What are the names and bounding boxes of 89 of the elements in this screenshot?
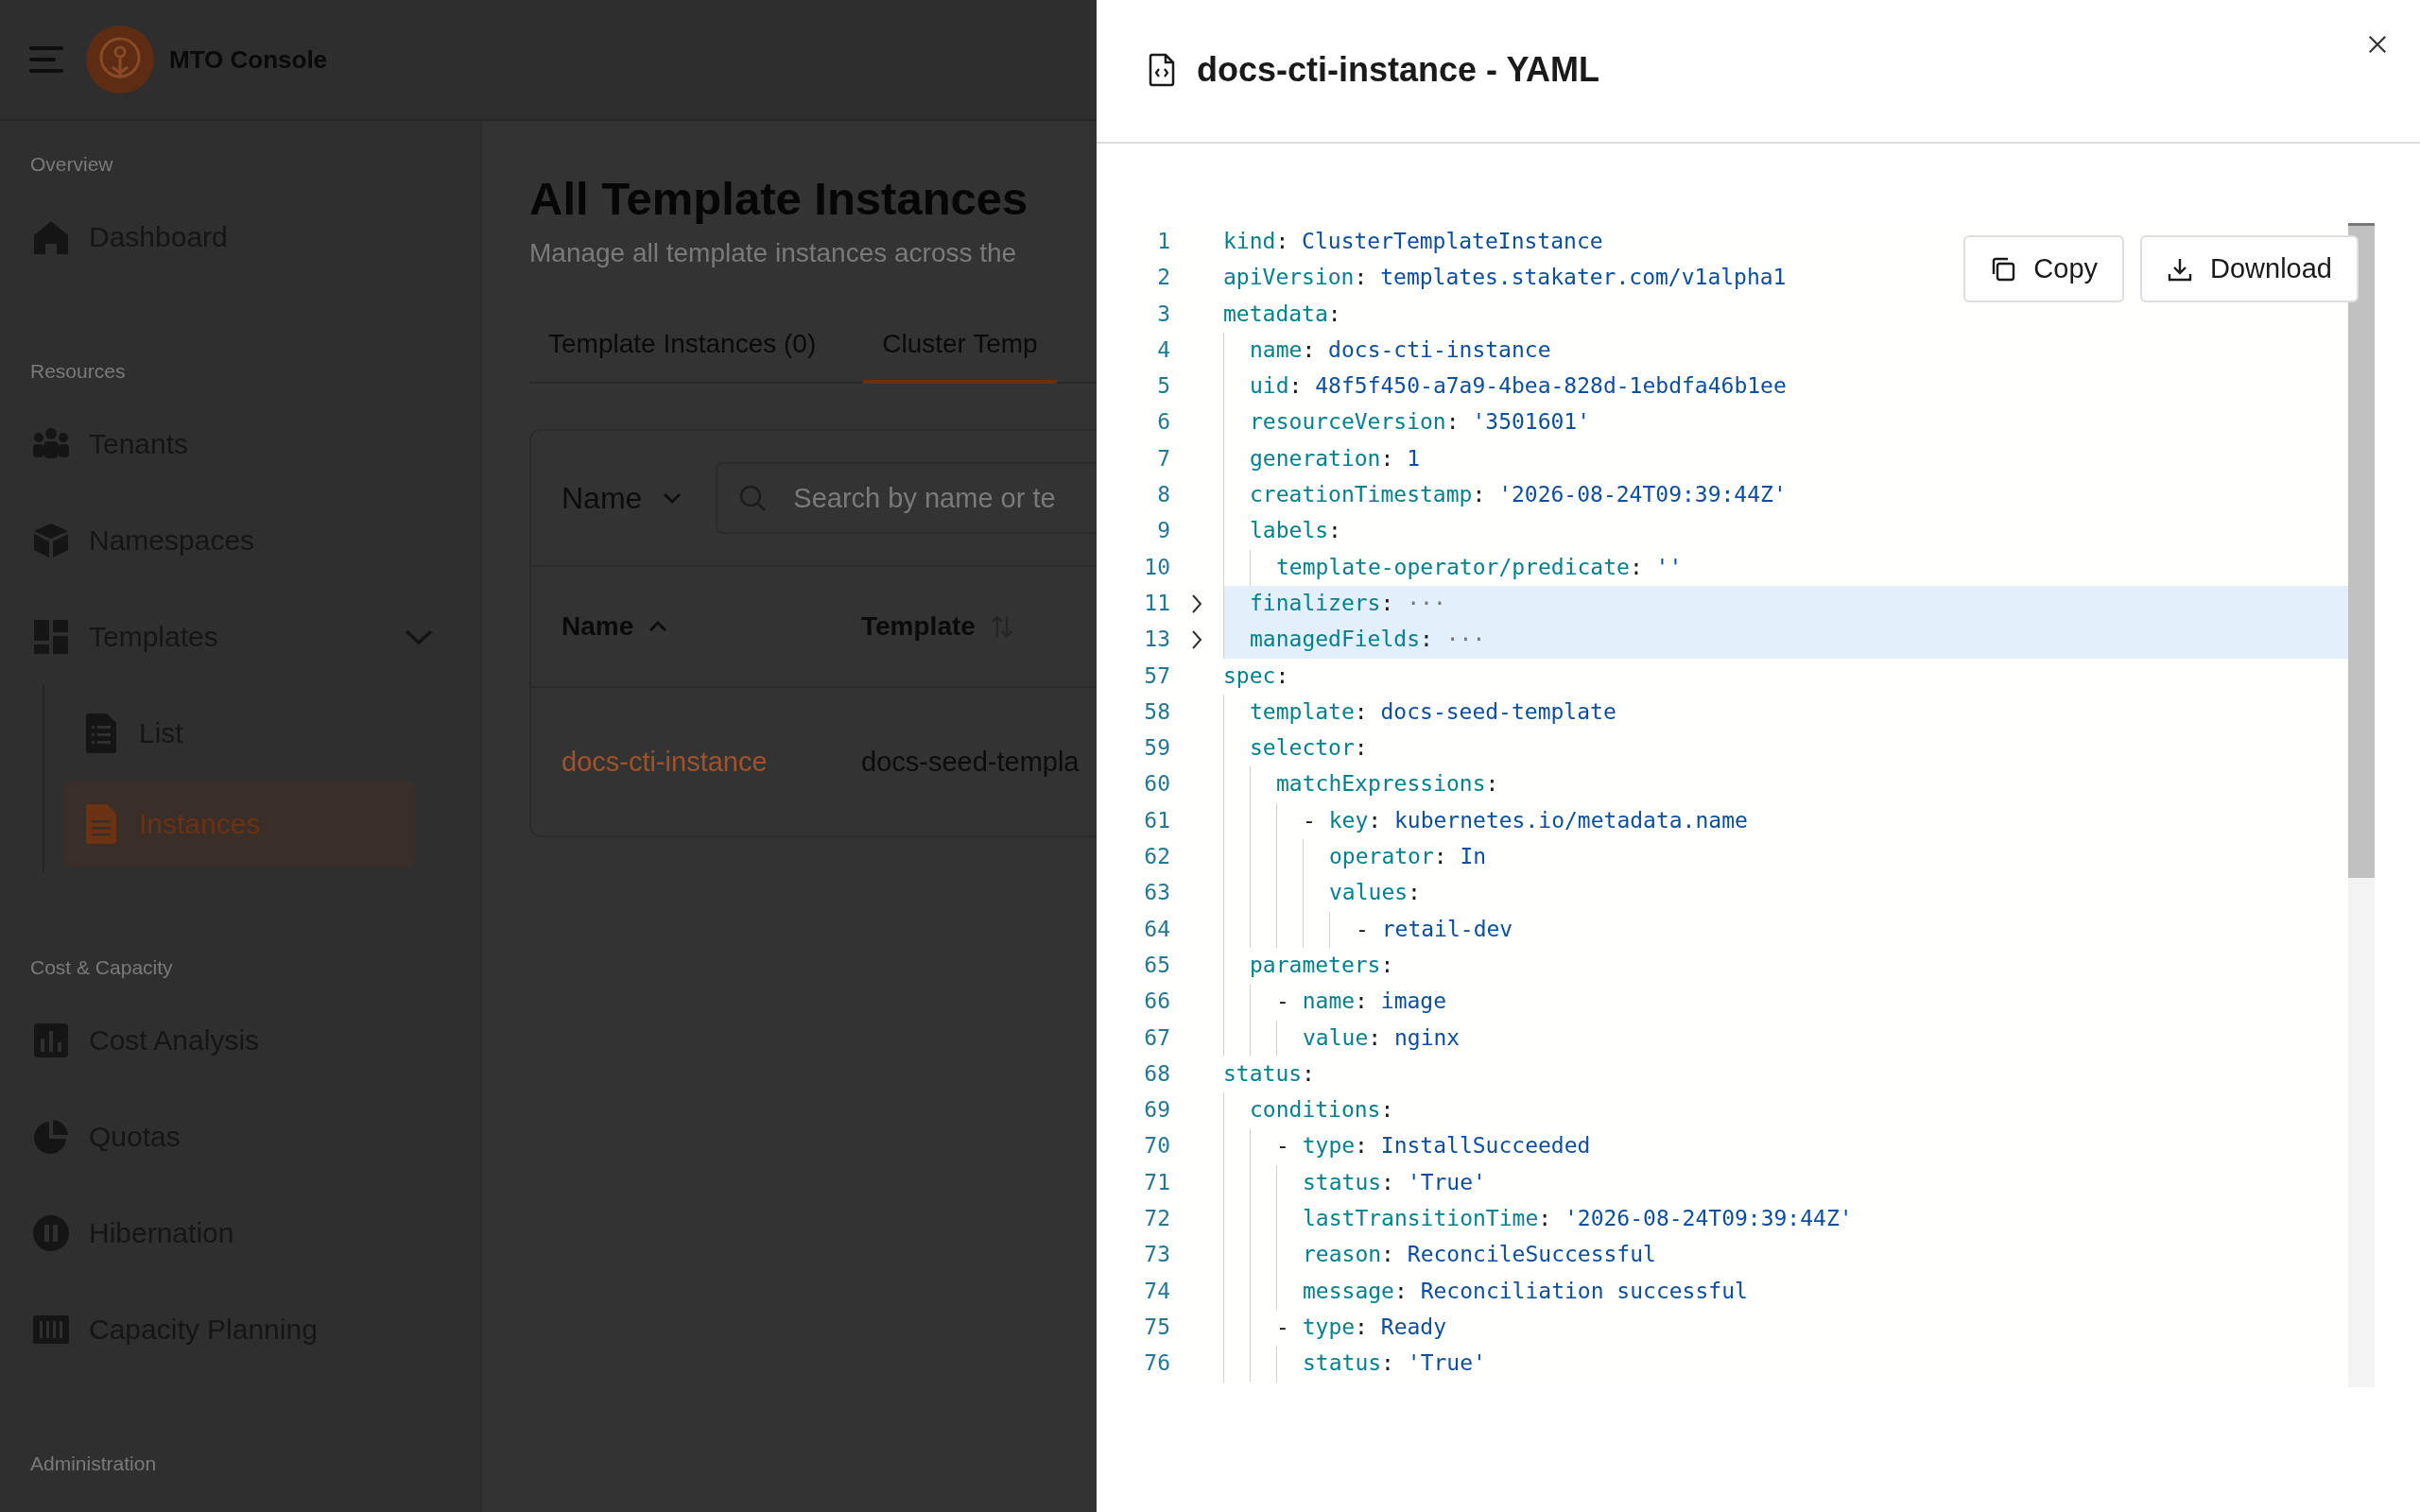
- line-number: 68: [1143, 1059, 1170, 1088]
- copy-icon: [1990, 255, 2017, 283]
- code-line: selector:: [1250, 734, 1368, 763]
- code-line: managedFields: ···: [1250, 626, 1486, 654]
- code-line: values:: [1329, 879, 1421, 907]
- code-line: lastTransitionTime: '2026-08-24T09:39:44Z': [1303, 1205, 1853, 1232]
- code-line: status: 'True': [1303, 1349, 1486, 1378]
- line-number: 64: [1143, 915, 1170, 943]
- code-line: name: docs-cti-instance: [1250, 335, 1551, 364]
- line-number: 5: [1156, 372, 1170, 401]
- code-line: resourceVersion: '3501601': [1250, 408, 1591, 437]
- line-number: 66: [1143, 988, 1170, 1016]
- code-line: creationTimestamp: '2026-08-24T09:39:44Z': [1250, 481, 1787, 509]
- chevron-icon[interactable]: [1190, 629, 1203, 651]
- line-number: 7: [1156, 444, 1170, 472]
- code-line: template: docs-seed-template: [1250, 697, 1616, 726]
- code-line: apiVersion: templates.stakater.com/v1alpha1: [1223, 264, 1787, 292]
- drawer-title: docs-cti-instance - YAML: [1197, 50, 1600, 90]
- chevron-down-icon: [663, 492, 683, 504]
- search-icon: [738, 484, 768, 512]
- section-label: Resources: [30, 359, 126, 384]
- section-label: Administration: [30, 1452, 157, 1476]
- code-line: - key: kubernetes.io/metadata.name: [1303, 806, 1748, 834]
- line-number: 63: [1143, 879, 1170, 907]
- line-number: 72: [1143, 1205, 1170, 1232]
- code-line: uid: 48f5f450-a7a9-4bea-828d-1ebdfa46b1ee: [1250, 372, 1787, 401]
- line-number: 70: [1143, 1132, 1170, 1160]
- section-label: Cost & Capacity: [30, 955, 173, 980]
- line-number: 2: [1156, 264, 1170, 292]
- code-line: spec:: [1223, 662, 1289, 690]
- line-number: 73: [1143, 1241, 1170, 1269]
- line-number: 65: [1143, 951, 1170, 979]
- line-number: 76: [1143, 1349, 1170, 1378]
- code-line: operator: In: [1329, 843, 1487, 871]
- page-subtitle: Manage all template instances across the: [529, 237, 1018, 269]
- code-line: labels:: [1250, 517, 1341, 545]
- logo-icon: [86, 26, 154, 94]
- line-number: 60: [1143, 770, 1170, 799]
- line-number: 75: [1143, 1313, 1170, 1341]
- scrollbar[interactable]: [2348, 223, 2375, 1387]
- line-number: 13: [1143, 626, 1170, 654]
- line-number: 3: [1156, 300, 1170, 328]
- download-button[interactable]: Download: [2140, 235, 2359, 302]
- code-line: conditions:: [1250, 1096, 1394, 1125]
- code-line: - name: image: [1276, 988, 1447, 1016]
- close-icon[interactable]: [2367, 34, 2388, 55]
- cube-icon: [32, 522, 70, 559]
- line-number: 71: [1143, 1168, 1170, 1196]
- line-number: 8: [1156, 481, 1170, 509]
- line-number: 74: [1143, 1277, 1170, 1305]
- code-line: - type: Ready: [1276, 1313, 1447, 1341]
- code-line: - retail-dev: [1356, 915, 1513, 943]
- code-line: value: nginx: [1303, 1023, 1461, 1052]
- code-line: template-operator/predicate: '': [1276, 553, 1683, 581]
- pause-icon: [32, 1214, 70, 1252]
- line-number: 62: [1143, 843, 1170, 871]
- code-line: generation: 1: [1250, 444, 1421, 472]
- code-line: kind: ClusterTemplateInstance: [1223, 228, 1603, 255]
- grid-icon: [32, 618, 70, 656]
- line-number: 4: [1156, 335, 1170, 364]
- line-number: 9: [1156, 517, 1170, 545]
- bars-icon: [32, 1022, 70, 1059]
- code-line: matchExpressions:: [1276, 770, 1499, 799]
- line-number: 67: [1143, 1023, 1170, 1052]
- code-file-icon: [1148, 53, 1176, 87]
- code-line: reason: ReconcileSuccessful: [1303, 1241, 1656, 1269]
- code-line: status:: [1223, 1059, 1315, 1088]
- code-line: parameters:: [1250, 951, 1394, 979]
- search-field[interactable]: Search by name or te: [716, 462, 1097, 534]
- copy-button[interactable]: Copy: [1963, 235, 2124, 302]
- line-number: 58: [1143, 697, 1170, 726]
- instance-link[interactable]: docs-cti-instance: [562, 746, 861, 778]
- section-label: Overview: [30, 152, 113, 177]
- pie-icon: [32, 1118, 70, 1156]
- code-line: status: 'True': [1303, 1168, 1486, 1196]
- home-icon: [32, 218, 70, 256]
- code-line: metadata:: [1223, 300, 1341, 328]
- line-number: 69: [1143, 1096, 1170, 1125]
- code-line: finalizers: ···: [1250, 589, 1446, 617]
- chevron-icon[interactable]: [1190, 593, 1203, 615]
- line-number: 59: [1143, 734, 1170, 763]
- line-number: 6: [1156, 408, 1170, 437]
- code-line: - type: InstallSucceeded: [1276, 1132, 1591, 1160]
- line-number: 61: [1143, 806, 1170, 834]
- line-number: 1: [1156, 228, 1170, 255]
- line-number: 10: [1143, 553, 1170, 581]
- line-number: 57: [1143, 662, 1170, 690]
- line-number: 11: [1143, 589, 1170, 617]
- code-line: message: Reconciliation successful: [1303, 1277, 1748, 1305]
